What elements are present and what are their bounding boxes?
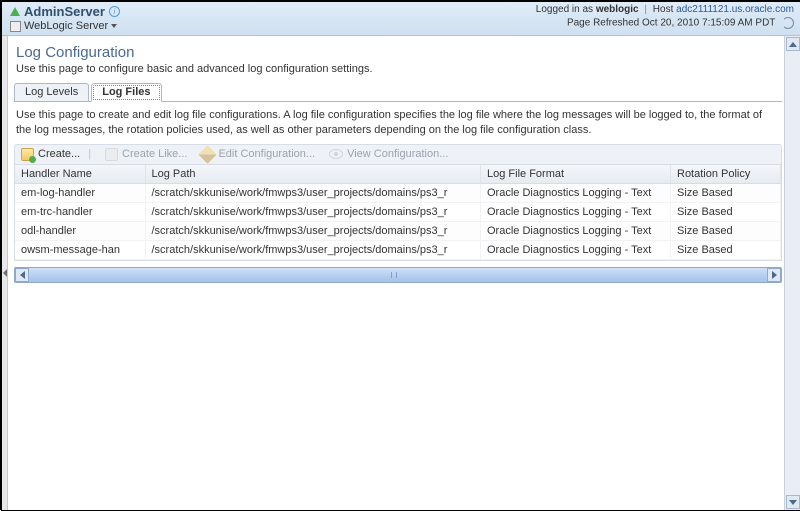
login-info: Logged in as weblogic | Host adc2111121.… (536, 4, 794, 15)
caret-down-icon (111, 24, 117, 28)
main-wrap: Log Configuration Use this page to confi… (2, 36, 800, 510)
cell-path: /scratch/skkunise/work/fmwps3/user_proje… (145, 183, 481, 202)
info-icon[interactable]: i (109, 6, 120, 17)
cell-policy: Size Based (671, 240, 781, 259)
server-type-menu[interactable]: WebLogic Server (10, 20, 120, 32)
table-row[interactable]: em-trc-handler/scratch/skkunise/work/fmw… (15, 202, 781, 221)
col-handler-name[interactable]: Handler Name (15, 165, 145, 184)
content-area: Log Configuration Use this page to confi… (8, 36, 800, 510)
cell-path: /scratch/skkunise/work/fmwps3/user_proje… (145, 221, 481, 240)
scrollbar-thumb[interactable] (30, 270, 766, 280)
chevron-down-icon (789, 500, 797, 505)
page-context-title: AdminServer (24, 4, 105, 19)
logged-in-prefix: Logged in as (536, 4, 593, 15)
server-icon (10, 21, 21, 32)
header-bar: AdminServer i WebLogic Server Logged in … (2, 2, 800, 36)
edit-config-button[interactable]: Edit Configuration... (201, 148, 315, 161)
col-log-file-format[interactable]: Log File Format (481, 165, 671, 184)
create-icon (21, 148, 34, 161)
table-toolbar: Create... | Create Like... Edit Configur… (14, 144, 782, 165)
cell-handler: em-log-handler (15, 183, 145, 202)
title-row: AdminServer i (8, 4, 120, 19)
vertical-scrollbar[interactable] (784, 36, 800, 510)
create-like-label: Create Like... (122, 148, 187, 160)
scroll-right-button[interactable] (767, 268, 781, 282)
cell-path: /scratch/skkunise/work/fmwps3/user_proje… (145, 240, 481, 259)
edit-config-label: Edit Configuration... (218, 148, 315, 160)
server-type-label: WebLogic Server (24, 20, 108, 32)
cell-format: Oracle Diagnostics Logging - Text (481, 183, 671, 202)
scroll-down-button[interactable] (786, 495, 800, 509)
toolbar-separator: | (88, 148, 91, 160)
page-description: Use this page to configure basic and adv… (16, 63, 782, 75)
tab-log-levels[interactable]: Log Levels (14, 83, 89, 101)
tab-description: Use this page to create and edit log fil… (16, 108, 780, 138)
cell-path: /scratch/skkunise/work/fmwps3/user_proje… (145, 202, 481, 221)
cell-handler: owsm-message-han (15, 240, 145, 259)
up-arrow-icon[interactable] (10, 7, 20, 16)
view-icon (329, 149, 343, 159)
host-label: Host (653, 4, 674, 15)
header-right: Logged in as weblogic | Host adc2111121.… (536, 4, 794, 29)
refresh-icon[interactable] (782, 17, 794, 29)
host-link[interactable]: adc2111121.us.oracle.com (676, 4, 794, 15)
view-config-label: View Configuration... (347, 148, 448, 160)
cell-handler: em-trc-handler (15, 202, 145, 221)
create-button[interactable]: Create... | (21, 148, 91, 161)
col-rotation-policy[interactable]: Rotation Policy (671, 165, 781, 184)
refresh-row: Page Refreshed Oct 20, 2010 7:15:09 AM P… (536, 17, 794, 29)
scroll-up-button[interactable] (786, 37, 800, 51)
table-row[interactable]: owsm-message-han/scratch/skkunise/work/f… (15, 240, 781, 259)
horizontal-scrollbar[interactable] (14, 267, 782, 283)
scroll-left-button[interactable] (15, 268, 29, 282)
create-label: Create... (38, 148, 80, 160)
create-like-button[interactable]: Create Like... (105, 148, 187, 161)
logged-in-user: weblogic (596, 4, 639, 15)
table-row[interactable]: em-log-handler/scratch/skkunise/work/fmw… (15, 183, 781, 202)
table-header-row: Handler Name Log Path Log File Format Ro… (15, 165, 781, 184)
page-refreshed-text: Page Refreshed Oct 20, 2010 7:15:09 AM P… (567, 18, 775, 29)
chevron-up-icon (789, 42, 797, 47)
col-log-path[interactable]: Log Path (145, 165, 481, 184)
chevron-left-icon (3, 269, 7, 277)
cell-policy: Size Based (671, 183, 781, 202)
view-config-button[interactable]: View Configuration... (329, 148, 448, 160)
cell-format: Oracle Diagnostics Logging - Text (481, 221, 671, 240)
log-files-table: Handler Name Log Path Log File Format Ro… (14, 165, 782, 261)
table-row[interactable]: odl-handler/scratch/skkunise/work/fmwps3… (15, 221, 781, 240)
cell-handler: odl-handler (15, 221, 145, 240)
header-left: AdminServer i WebLogic Server (8, 4, 120, 32)
edit-icon (199, 145, 217, 163)
page-title: Log Configuration (16, 44, 782, 61)
create-like-icon (105, 148, 118, 161)
separator: | (644, 4, 647, 15)
cell-policy: Size Based (671, 202, 781, 221)
cell-format: Oracle Diagnostics Logging - Text (481, 240, 671, 259)
cell-policy: Size Based (671, 221, 781, 240)
chevron-right-icon (772, 271, 777, 279)
tab-log-files[interactable]: Log Files (91, 83, 161, 102)
tab-strip: Log Levels Log Files (14, 83, 782, 102)
cell-format: Oracle Diagnostics Logging - Text (481, 202, 671, 221)
chevron-left-icon (20, 271, 25, 279)
